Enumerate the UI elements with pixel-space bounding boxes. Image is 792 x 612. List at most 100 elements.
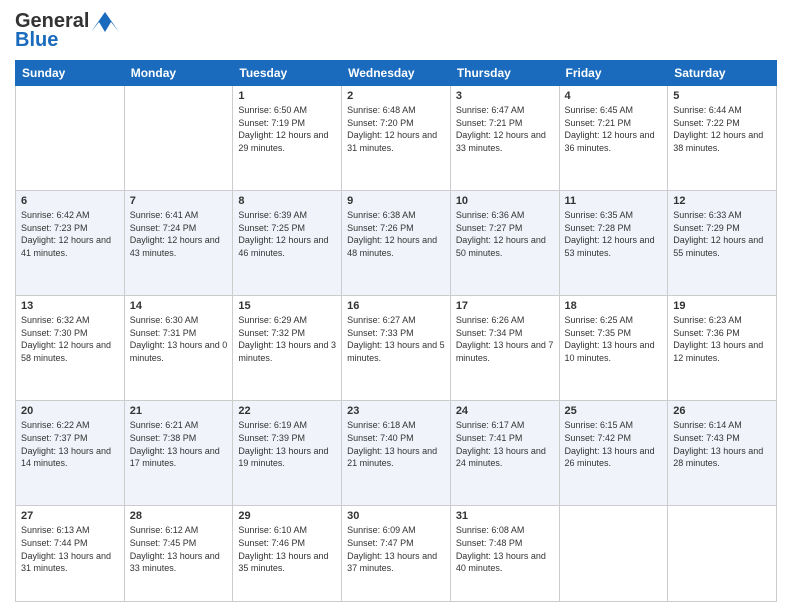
day-info: Sunrise: 6:44 AMSunset: 7:22 PMDaylight:… [673, 104, 771, 154]
table-cell: 2 Sunrise: 6:48 AMSunset: 7:20 PMDaylight… [342, 86, 451, 191]
table-cell: 22 Sunrise: 6:19 AMSunset: 7:39 PMDayligh… [233, 401, 342, 506]
table-cell: 29 Sunrise: 6:10 AMSunset: 7:46 PMDayligh… [233, 506, 342, 602]
day-number: 4 [565, 90, 663, 102]
day-number: 24 [456, 405, 554, 417]
logo-icon [91, 12, 119, 32]
table-cell: 21Sunrise: 6:21 AMSunset: 7:38 PMDayligh… [124, 401, 233, 506]
table-cell: 3Sunrise: 6:47 AMSunset: 7:21 PMDaylight… [450, 86, 559, 191]
table-cell [124, 86, 233, 191]
table-cell: 28 Sunrise: 6:12 AMSunset: 7:45 PMDayligh… [124, 506, 233, 602]
col-thursday: Thursday [450, 61, 559, 86]
day-info: Sunrise: 6:29 AMSunset: 7:32 PMDaylight:… [238, 314, 336, 364]
day-info: Sunrise: 6:35 AMSunset: 7:28 PMDaylight:… [565, 209, 663, 259]
day-number: 6 [21, 195, 119, 207]
day-number: 19 [673, 300, 771, 312]
day-info: Sunrise: 6:30 AMSunset: 7:31 PMDaylight:… [130, 314, 228, 364]
day-info: Sunrise: 6:41 AMSunset: 7:24 PMDaylight:… [130, 209, 228, 259]
day-info: Sunrise: 6:13 AMSunset: 7:44 PMDaylight:… [21, 524, 119, 574]
day-info: Sunrise: 6:25 AMSunset: 7:35 PMDaylight:… [565, 314, 663, 364]
col-sunday: Sunday [16, 61, 125, 86]
table-cell: 8 Sunrise: 6:39 AMSunset: 7:25 PMDaylight… [233, 191, 342, 296]
table-cell: 30 Sunrise: 6:09 AMSunset: 7:47 PMDayligh… [342, 506, 451, 602]
table-cell: 11Sunrise: 6:35 AMSunset: 7:28 PMDayligh… [559, 191, 668, 296]
day-number: 1 [238, 90, 336, 102]
day-number: 3 [456, 90, 554, 102]
day-number: 15 [238, 300, 336, 312]
day-info: Sunrise: 6:33 AMSunset: 7:29 PMDaylight:… [673, 209, 771, 259]
day-number: 5 [673, 90, 771, 102]
day-info: Sunrise: 6:50 AMSunset: 7:19 PMDaylight:… [238, 104, 336, 154]
table-cell: 17 Sunrise: 6:26 AMSunset: 7:34 PMDayligh… [450, 296, 559, 401]
day-number: 27 [21, 510, 119, 522]
calendar-week-row: 6 Sunrise: 6:42 AMSunset: 7:23 PMDaylight… [16, 191, 777, 296]
col-wednesday: Wednesday [342, 61, 451, 86]
page: General Blue Sunday Monday Tuesday Wedne… [0, 0, 792, 612]
calendar-table: Sunday Monday Tuesday Wednesday Thursday… [15, 60, 777, 602]
day-info: Sunrise: 6:26 AMSunset: 7:34 PMDaylight:… [456, 314, 554, 364]
day-info: Sunrise: 6:17 AMSunset: 7:41 PMDaylight:… [456, 419, 554, 469]
day-info: Sunrise: 6:14 AMSunset: 7:43 PMDaylight:… [673, 419, 771, 469]
day-number: 16 [347, 300, 445, 312]
col-monday: Monday [124, 61, 233, 86]
col-friday: Friday [559, 61, 668, 86]
day-number: 31 [456, 510, 554, 522]
day-number: 29 [238, 510, 336, 522]
table-cell: 26 Sunrise: 6:14 AMSunset: 7:43 PMDayligh… [668, 401, 777, 506]
day-info: Sunrise: 6:12 AMSunset: 7:45 PMDaylight:… [130, 524, 228, 574]
day-info: Sunrise: 6:36 AMSunset: 7:27 PMDaylight:… [456, 209, 554, 259]
table-cell: 24 Sunrise: 6:17 AMSunset: 7:41 PMDayligh… [450, 401, 559, 506]
day-number: 14 [130, 300, 228, 312]
logo: General Blue [15, 10, 119, 52]
table-cell: 14 Sunrise: 6:30 AMSunset: 7:31 PMDayligh… [124, 296, 233, 401]
table-cell: 7 Sunrise: 6:41 AMSunset: 7:24 PMDaylight… [124, 191, 233, 296]
day-number: 7 [130, 195, 228, 207]
table-cell: 16 Sunrise: 6:27 AMSunset: 7:33 PMDayligh… [342, 296, 451, 401]
day-info: Sunrise: 6:48 AMSunset: 7:20 PMDaylight:… [347, 104, 445, 154]
day-info: Sunrise: 6:45 AMSunset: 7:21 PMDaylight:… [565, 104, 663, 154]
table-cell: 9Sunrise: 6:38 AMSunset: 7:26 PMDaylight… [342, 191, 451, 296]
table-cell [668, 506, 777, 602]
col-saturday: Saturday [668, 61, 777, 86]
table-cell [16, 86, 125, 191]
table-cell: 18 Sunrise: 6:25 AMSunset: 7:35 PMDayligh… [559, 296, 668, 401]
day-info: Sunrise: 6:38 AMSunset: 7:26 PMDaylight:… [347, 209, 445, 259]
day-info: Sunrise: 6:32 AMSunset: 7:30 PMDaylight:… [21, 314, 119, 364]
day-info: Sunrise: 6:10 AMSunset: 7:46 PMDaylight:… [238, 524, 336, 574]
day-number: 18 [565, 300, 663, 312]
day-number: 25 [565, 405, 663, 417]
table-cell: 25 Sunrise: 6:15 AMSunset: 7:42 PMDayligh… [559, 401, 668, 506]
day-info: Sunrise: 6:08 AMSunset: 7:48 PMDaylight:… [456, 524, 554, 574]
day-info: Sunrise: 6:21 AMSunset: 7:38 PMDaylight:… [130, 419, 228, 469]
table-cell: 12 Sunrise: 6:33 AMSunset: 7:29 PMDayligh… [668, 191, 777, 296]
day-number: 13 [21, 300, 119, 312]
day-info: Sunrise: 6:39 AMSunset: 7:25 PMDaylight:… [238, 209, 336, 259]
day-info: Sunrise: 6:27 AMSunset: 7:33 PMDaylight:… [347, 314, 445, 364]
day-number: 26 [673, 405, 771, 417]
day-number: 20 [21, 405, 119, 417]
table-cell: 23Sunrise: 6:18 AMSunset: 7:40 PMDayligh… [342, 401, 451, 506]
day-number: 17 [456, 300, 554, 312]
col-tuesday: Tuesday [233, 61, 342, 86]
day-info: Sunrise: 6:42 AMSunset: 7:23 PMDaylight:… [21, 209, 119, 259]
logo-blue: Blue [15, 29, 58, 52]
table-cell: 31 Sunrise: 6:08 AMSunset: 7:48 PMDayligh… [450, 506, 559, 602]
table-cell: 5 Sunrise: 6:44 AMSunset: 7:22 PMDaylight… [668, 86, 777, 191]
calendar-week-row: 20 Sunrise: 6:22 AMSunset: 7:37 PMDayligh… [16, 401, 777, 506]
day-number: 28 [130, 510, 228, 522]
day-number: 8 [238, 195, 336, 207]
day-info: Sunrise: 6:15 AMSunset: 7:42 PMDaylight:… [565, 419, 663, 469]
table-cell: 27 Sunrise: 6:13 AMSunset: 7:44 PMDayligh… [16, 506, 125, 602]
calendar-week-row: 1 Sunrise: 6:50 AMSunset: 7:19 PMDaylight… [16, 86, 777, 191]
day-number: 22 [238, 405, 336, 417]
day-number: 12 [673, 195, 771, 207]
day-info: Sunrise: 6:09 AMSunset: 7:47 PMDaylight:… [347, 524, 445, 574]
calendar-header-row: Sunday Monday Tuesday Wednesday Thursday… [16, 61, 777, 86]
day-number: 30 [347, 510, 445, 522]
day-info: Sunrise: 6:22 AMSunset: 7:37 PMDaylight:… [21, 419, 119, 469]
table-cell: 20 Sunrise: 6:22 AMSunset: 7:37 PMDayligh… [16, 401, 125, 506]
table-cell: 6 Sunrise: 6:42 AMSunset: 7:23 PMDaylight… [16, 191, 125, 296]
day-info: Sunrise: 6:18 AMSunset: 7:40 PMDaylight:… [347, 419, 445, 469]
day-info: Sunrise: 6:19 AMSunset: 7:39 PMDaylight:… [238, 419, 336, 469]
day-number: 2 [347, 90, 445, 102]
day-number: 10 [456, 195, 554, 207]
